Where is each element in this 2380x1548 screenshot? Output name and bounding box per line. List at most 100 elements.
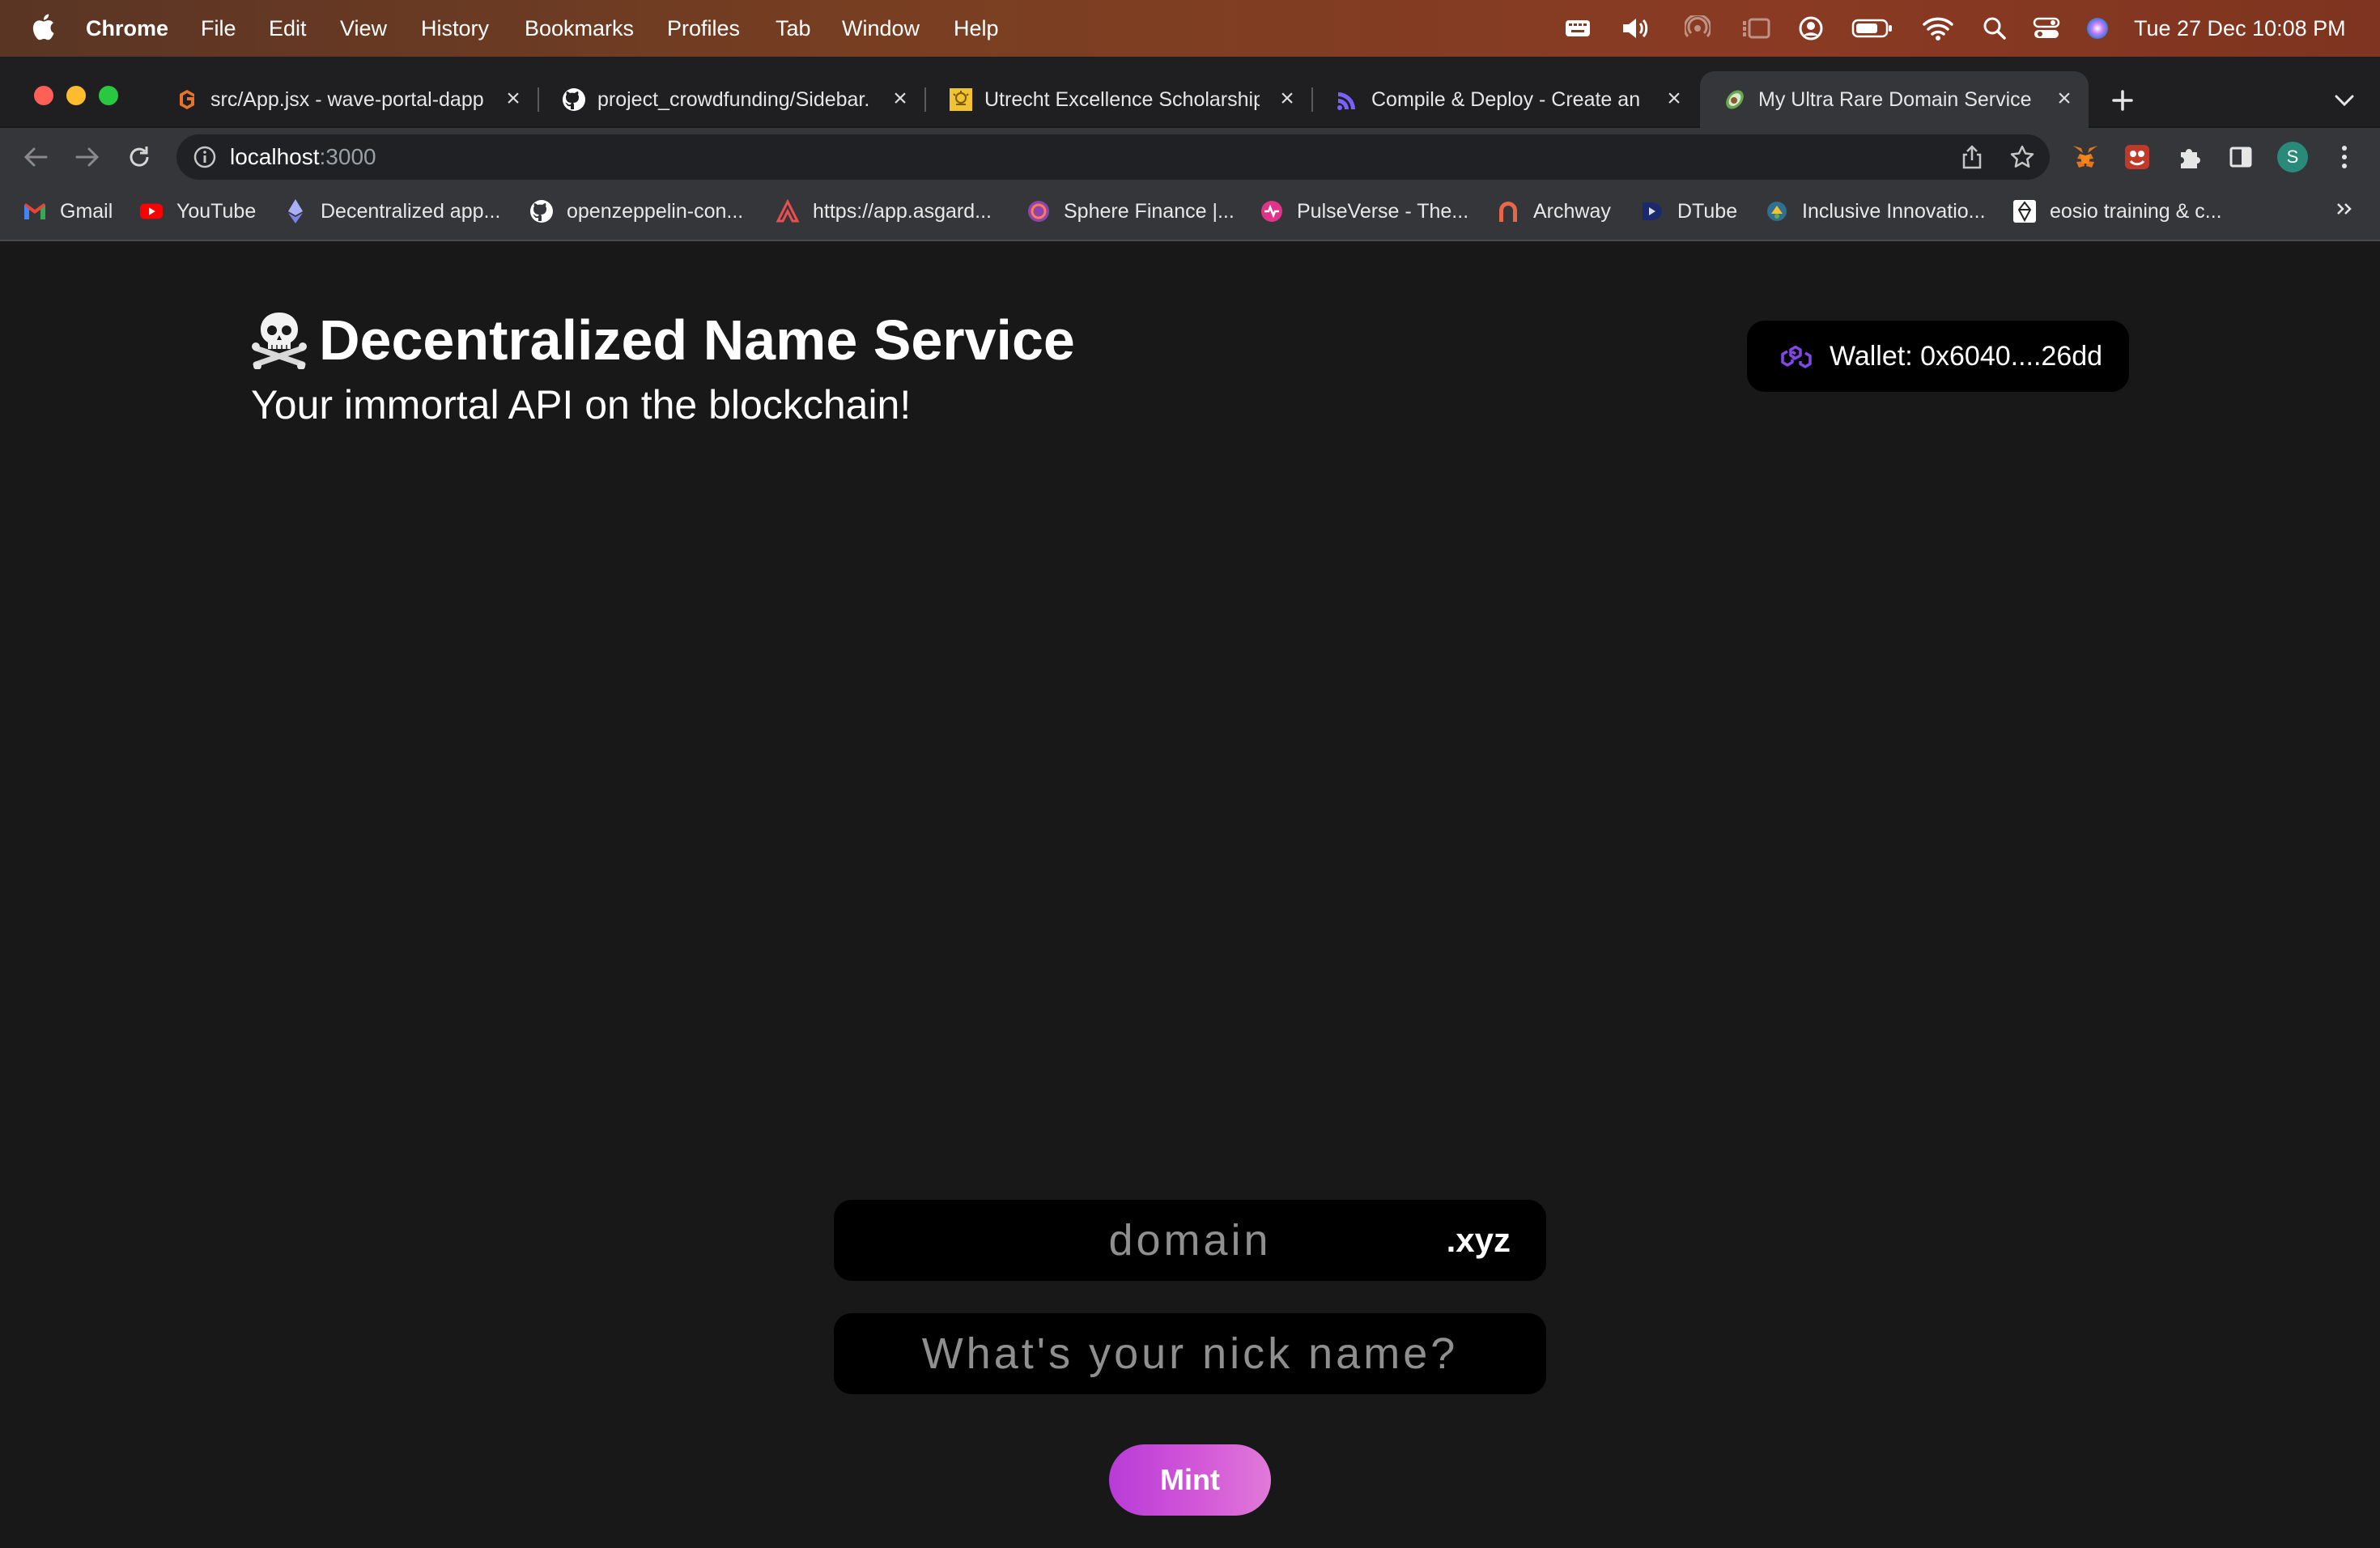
bookmark-dtube[interactable]: DTube — [1640, 197, 1737, 226]
bookmark-decentralized-app[interactable]: Decentralized app... — [283, 197, 500, 226]
more-bookmarks-chevron-icon[interactable] — [2327, 191, 2362, 227]
bookmark-openzeppelin[interactable]: openzeppelin-con... — [529, 197, 743, 226]
site-info-icon[interactable] — [193, 145, 217, 169]
bookmark-label: openzeppelin-con... — [567, 199, 744, 223]
asgard-icon — [776, 199, 800, 223]
extensions-puzzle-icon[interactable] — [2171, 139, 2207, 175]
bookmark-pulseverse[interactable]: PulseVerse - The... — [1260, 197, 1468, 226]
back-arrow-icon[interactable] — [18, 139, 53, 175]
wallet-address: Wallet: 0x6040....26dd — [1830, 341, 2103, 372]
bookmark-sphere-finance[interactable]: Sphere Finance |... — [1026, 197, 1235, 226]
bookmark-gmail[interactable]: Gmail — [23, 197, 113, 226]
gmail-icon — [23, 199, 47, 223]
gitpod-icon — [180, 90, 194, 109]
inclusive-icon — [1765, 199, 1789, 223]
wallet-badge[interactable]: Wallet: 0x6040....26dd — [1747, 321, 2129, 392]
user-account-icon[interactable] — [1797, 15, 1825, 42]
bookmark-youtube[interactable]: YouTube — [139, 197, 256, 226]
bookmark-label: DTube — [1677, 199, 1738, 223]
menu-history[interactable]: History — [421, 16, 489, 40]
bookmark-label: Decentralized app... — [321, 199, 501, 223]
menu-profiles[interactable]: Profiles — [667, 16, 740, 40]
mint-button[interactable]: Mint — [1109, 1444, 1271, 1516]
menubar-datetime[interactable]: Tue 27 Dec 10:08 PM — [2134, 16, 2346, 40]
share-icon[interactable] — [1959, 144, 1985, 170]
wifi-icon[interactable] — [1922, 15, 1954, 42]
bookmark-star-icon[interactable] — [2009, 144, 2035, 170]
domain-input[interactable] — [834, 1200, 1546, 1281]
keyboard-icon[interactable] — [1564, 15, 1592, 42]
reload-icon[interactable] — [121, 139, 157, 175]
pulse-icon — [1260, 199, 1284, 223]
alchemy-icon — [1337, 92, 1355, 110]
nickname-input[interactable] — [834, 1313, 1546, 1394]
dtube-icon — [1640, 199, 1664, 223]
sphere-icon — [1026, 199, 1051, 223]
github-icon — [563, 88, 585, 111]
battery-icon[interactable] — [1851, 15, 1894, 42]
page-subtitle: Your immortal API on the blockchain! — [251, 382, 912, 427]
menu-edit[interactable]: Edit — [269, 16, 307, 40]
side-panel-icon[interactable] — [2223, 139, 2259, 175]
window-zoom-button[interactable] — [99, 86, 118, 105]
menu-help[interactable]: Help — [954, 16, 999, 40]
spotlight-search-icon[interactable] — [1982, 15, 2008, 42]
siri-icon[interactable] — [2084, 15, 2111, 42]
stage-manager-icon[interactable] — [1740, 15, 1771, 42]
tab-title: project_crowdfunding/Sidebar. — [597, 88, 870, 111]
tab-app-jsx[interactable]: src/App.jsx - wave-portal-dapp × — [152, 71, 538, 128]
window-close-button[interactable] — [34, 86, 53, 105]
menu-window[interactable]: Window — [842, 16, 920, 40]
macos-menu-bar: Chrome File Edit View History Bookmarks … — [0, 0, 2380, 57]
menu-tab[interactable]: Tab — [776, 16, 811, 40]
polygon-icon — [1781, 345, 1812, 368]
airdrop-icon[interactable] — [1684, 15, 1711, 42]
tab-utrecht-scholarship[interactable]: Utrecht Excellence Scholarship × — [926, 71, 1311, 128]
tab-title: src/App.jsx - wave-portal-dapp — [210, 88, 484, 111]
address-bar[interactable]: localhost:3000 — [176, 134, 2050, 180]
menu-bookmarks[interactable]: Bookmarks — [525, 16, 634, 40]
volume-icon[interactable] — [1621, 15, 1653, 42]
page-title: Decentralized Name Service — [319, 308, 1075, 372]
menu-view[interactable]: View — [340, 16, 387, 40]
control-center-icon[interactable] — [2032, 15, 2061, 42]
forward-arrow-icon[interactable] — [70, 139, 105, 175]
window-minimize-button[interactable] — [66, 86, 86, 105]
tab-title: Utrecht Excellence Scholarship — [984, 88, 1260, 111]
tab-ultra-rare-domain[interactable]: My Ultra Rare Domain Service × — [1700, 71, 2089, 128]
close-tab-icon[interactable]: × — [1274, 86, 1300, 112]
url-text[interactable]: localhost:3000 — [230, 144, 376, 170]
extension-puzzle-red-icon[interactable] — [2119, 139, 2155, 175]
eos-icon — [2012, 199, 2037, 223]
close-tab-icon[interactable]: × — [887, 86, 913, 112]
profile-initial: S — [2286, 147, 2299, 167]
apple-logo-icon[interactable] — [31, 11, 55, 42]
bookmark-label: Gmail — [60, 199, 113, 223]
close-tab-icon[interactable]: × — [2051, 86, 2077, 112]
profile-avatar[interactable]: S — [2275, 139, 2310, 175]
new-tab-icon[interactable] — [2105, 83, 2140, 118]
bookmark-label: YouTube — [176, 199, 257, 223]
university-icon — [950, 88, 972, 111]
tab-title: Compile & Deploy - Create an N — [1371, 88, 1647, 111]
bookmark-label: eosio training & c... — [2050, 199, 2222, 223]
bookmark-inclusive-innovation[interactable]: Inclusive Innovatio... — [1765, 197, 1986, 226]
bookmark-asgard[interactable]: https://app.asgard... — [776, 197, 992, 226]
nickname-field[interactable] — [834, 1313, 1546, 1394]
bookmark-label: Archway — [1533, 199, 1611, 223]
tab-title: My Ultra Rare Domain Service — [1758, 88, 2032, 111]
domain-field[interactable]: .xyz — [834, 1200, 1546, 1281]
menu-file[interactable]: File — [201, 16, 236, 40]
more-menu-icon[interactable] — [2327, 139, 2362, 175]
bookmark-archway[interactable]: Archway — [1496, 197, 1611, 226]
close-tab-icon[interactable]: × — [1661, 86, 1687, 112]
close-tab-icon[interactable]: × — [500, 86, 526, 112]
github-icon — [529, 199, 554, 223]
metamask-extension-icon[interactable] — [2068, 139, 2103, 175]
bookmark-label: Sphere Finance |... — [1064, 199, 1235, 223]
bookmark-eosio-training[interactable]: eosio training & c... — [2012, 197, 2222, 226]
menu-app-name[interactable]: Chrome — [86, 16, 168, 40]
tab-project-crowdfunding[interactable]: project_crowdfunding/Sidebar. × — [539, 71, 924, 128]
tab-compile-deploy[interactable]: Compile & Deploy - Create an N × — [1313, 71, 1698, 128]
tab-search-chevron-down-icon[interactable] — [2327, 83, 2362, 118]
